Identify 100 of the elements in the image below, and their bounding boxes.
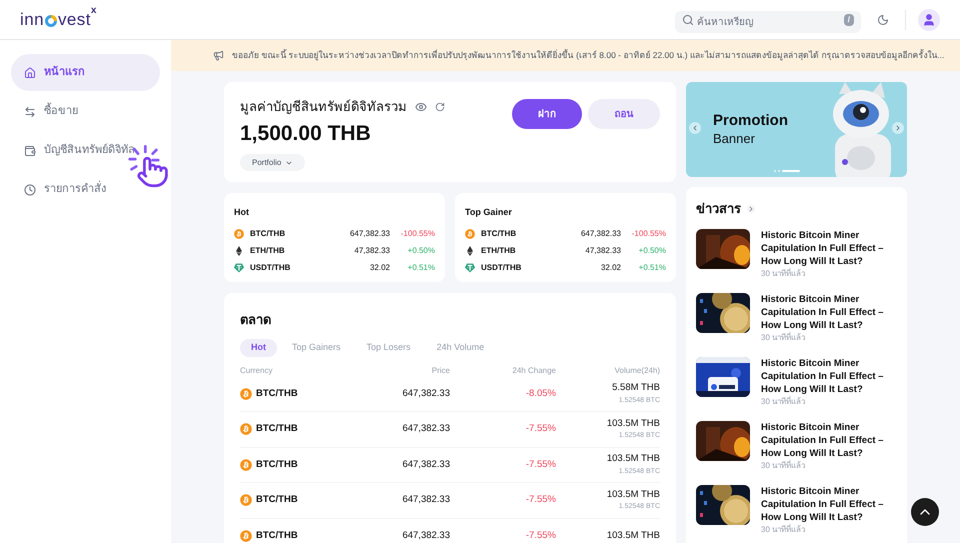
price: 647,382.33 xyxy=(401,422,450,436)
news-time: 30 นาทีที่แล้ว xyxy=(761,396,806,408)
ethereum-icon xyxy=(234,246,244,256)
portfolio-dropdown[interactable]: Portfolio xyxy=(240,154,306,171)
logo-ring-icon xyxy=(44,14,57,26)
bitcoin-icon xyxy=(465,229,475,239)
banner-subtitle: Banner xyxy=(713,130,756,147)
bitcoin-icon xyxy=(240,458,252,471)
news-time: 30 นาทีที่แล้ว xyxy=(761,524,806,536)
search-icon xyxy=(682,14,694,26)
user-avatar[interactable] xyxy=(918,8,940,30)
user-icon xyxy=(922,12,936,26)
volume: 103.5M THB xyxy=(606,416,660,431)
bitcoin-icon xyxy=(240,494,252,506)
pair-name: BTC/THB xyxy=(256,528,298,543)
megaphone-icon xyxy=(213,50,224,61)
column-header: 24h Change xyxy=(511,364,556,376)
account-title: มูลค่าบัญชีสินทรัพย์ดิจิทัลรวม xyxy=(240,98,407,116)
pair-name: USDT/THB xyxy=(481,262,522,274)
price: 647,382.33 xyxy=(401,386,450,401)
banner-title: Promotion xyxy=(713,112,788,131)
price: 47,382.33 xyxy=(585,245,621,257)
news-headline[interactable]: Historic Bitcoin Miner Capitulation In Full Effect – How Long Will It Last? xyxy=(761,420,889,460)
card-title: Top Gainer xyxy=(465,206,513,219)
price: 647,382.33 xyxy=(401,528,450,543)
withdraw-button[interactable]: ถอน xyxy=(588,99,660,129)
market-tab[interactable]: Top Losers xyxy=(356,338,422,356)
pair-name: ETH/THB xyxy=(250,245,285,257)
pair-name: BTC/THB xyxy=(256,422,298,436)
sidebar-item[interactable]: รายการคำสั่ง xyxy=(11,171,119,208)
account-balance: 1,500.00 THB xyxy=(240,120,372,146)
news-headline[interactable]: Historic Bitcoin Miner Capitulation In Full Effect – How Long Will It Last? xyxy=(761,356,889,396)
change: +0.51% xyxy=(406,262,435,274)
change: -100.55% xyxy=(630,228,666,240)
price: 647,382.33 xyxy=(580,228,621,240)
change: -7.55% xyxy=(524,422,556,436)
sidebar-item[interactable]: หน้าแรก xyxy=(11,54,160,91)
news-title: ข่าวสาร xyxy=(696,200,741,218)
card-title: Hot xyxy=(234,206,250,219)
news-headline[interactable]: Historic Bitcoin Miner Capitulation In Full Effect – How Long Will It Last? xyxy=(761,484,889,524)
deposit-button[interactable]: ฝาก xyxy=(512,99,582,129)
bitcoin-icon xyxy=(240,388,252,400)
bitcoin-icon xyxy=(240,423,252,436)
change: -100.55% xyxy=(400,228,435,240)
bitcoin-icon xyxy=(240,530,252,542)
change: +0.51% xyxy=(638,262,666,274)
change: -7.55% xyxy=(524,458,556,472)
market-title: ตลาด xyxy=(240,311,272,329)
home-icon xyxy=(24,66,36,78)
change: -8.05% xyxy=(524,386,556,401)
column-header: Volume(24h) xyxy=(614,364,660,376)
pair-name: BTC/THB xyxy=(250,228,286,240)
news-time: 30 นาทีที่แล้ว xyxy=(761,332,806,344)
market-tab[interactable]: Top Gainers xyxy=(281,338,352,356)
price: 647,382.33 xyxy=(401,493,450,508)
eye-icon[interactable] xyxy=(415,100,427,113)
scroll-top-button[interactable] xyxy=(911,498,939,526)
change: -7.55% xyxy=(524,493,556,508)
change: -7.55% xyxy=(524,528,556,543)
volume: 103.5M THB xyxy=(606,452,660,466)
clock-icon xyxy=(24,184,36,196)
news-time: 30 นาทีที่แล้ว xyxy=(761,268,806,280)
pair-name: USDT/THB xyxy=(250,262,290,274)
refresh-icon[interactable] xyxy=(435,102,445,112)
ethereum-icon xyxy=(465,246,475,256)
change: +0.50% xyxy=(406,245,435,257)
price: 32.02 xyxy=(370,262,390,274)
pair-name: BTC/THB xyxy=(256,493,298,508)
tether-icon xyxy=(234,263,244,273)
market-tab[interactable]: 24h Volume xyxy=(426,338,496,356)
notice-text: ขออภัย ขณะนี้ ระบบอยู่ในระหว่างช่วงเวลาปิดทำการเพื่อปรับปรุงพัฒนาการใช้งานให้ดียิ่งขึ้น (เสาร์ 8.00 - อาทิตย์ 22.00 น.) และไม่สามารถแสดงข้อมูลล่าสุดได้ กรุณาตรวจสอบข้อมูลอีกครั้งใน... xyxy=(232,49,944,62)
price: 32.02 xyxy=(600,262,621,274)
volume: 103.5M THB xyxy=(606,528,660,543)
chevron-right-icon xyxy=(894,124,902,132)
pair-name: BTC/THB xyxy=(256,458,298,472)
pair-name: BTC/THB xyxy=(481,228,516,240)
sidebar-item[interactable]: บัญชีสินทรัพย์ดิจิทัล xyxy=(11,132,148,169)
price: 47,382.33 xyxy=(354,245,390,257)
promotion-banner[interactable]: Promotion Banner xyxy=(686,82,907,177)
pair-name: ETH/THB xyxy=(481,245,516,257)
news-headline[interactable]: Historic Bitcoin Miner Capitulation In Full Effect – How Long Will It Last? xyxy=(761,228,889,268)
dark-mode-icon[interactable] xyxy=(877,14,889,26)
column-header: Price xyxy=(430,364,450,376)
chevron-right-icon[interactable] xyxy=(747,204,755,213)
news-time: 30 นาทีที่แล้ว xyxy=(761,460,806,472)
chevron-left-icon xyxy=(691,124,699,132)
price: 647,382.33 xyxy=(401,458,450,472)
news-headline[interactable]: Historic Bitcoin Miner Capitulation In Full Effect – How Long Will It Last? xyxy=(761,292,889,332)
swap-arrows-icon xyxy=(24,106,36,118)
pair-name: BTC/THB xyxy=(256,386,298,401)
change: +0.50% xyxy=(638,245,666,257)
market-tab[interactable]: Hot xyxy=(240,338,277,356)
price: 647,382.33 xyxy=(350,228,390,240)
tether-icon xyxy=(465,263,475,273)
sidebar-item[interactable]: ซื้อขาย xyxy=(11,93,91,130)
volume: 103.5M THB xyxy=(606,488,660,502)
column-header: Currency xyxy=(240,364,274,376)
bitcoin-icon xyxy=(234,229,244,239)
volume: 5.58M THB xyxy=(612,381,660,396)
wallet-icon xyxy=(24,144,36,156)
